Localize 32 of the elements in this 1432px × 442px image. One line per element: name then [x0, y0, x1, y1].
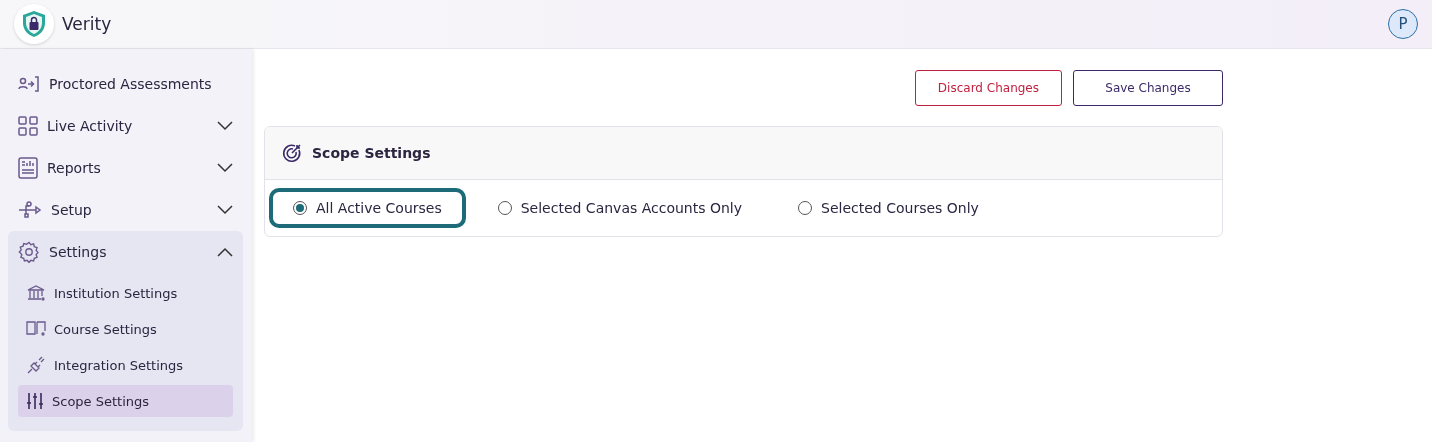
user-avatar[interactable]: P: [1388, 9, 1418, 39]
sub-nav-item[interactable]: Course Settings: [18, 313, 233, 345]
settings-icon: [18, 241, 40, 263]
discard-button[interactable]: Discard Changes: [914, 70, 1062, 106]
radio-option[interactable]: All Active Courses: [269, 188, 466, 228]
chevron-down-icon[interactable]: [217, 163, 233, 173]
nav-item-label[interactable]: Proctored Assessments: [49, 76, 233, 92]
nav-item-label[interactable]: Live Activity: [47, 118, 208, 134]
card-title: Scope Settings: [312, 145, 431, 161]
sub-nav-item[interactable]: Institution Settings: [18, 277, 233, 309]
target-icon: [282, 143, 302, 163]
nav-item-label[interactable]: Reports: [47, 160, 208, 176]
bank-icon: [26, 284, 46, 302]
chevron-down-icon[interactable]: [217, 205, 233, 215]
radio-option[interactable]: Selected Courses Only: [774, 188, 1003, 228]
person-arrow-icon: [18, 75, 40, 93]
save-button[interactable]: Save Changes: [1073, 70, 1223, 106]
report-icon: [18, 157, 38, 179]
chevron-down-icon[interactable]: [217, 121, 233, 131]
nav-item-label[interactable]: Settings: [49, 244, 208, 260]
chevron-up-icon[interactable]: [217, 247, 233, 257]
plug-icon: [26, 356, 46, 374]
grid-icon: [18, 116, 38, 136]
radio-option[interactable]: Selected Canvas Accounts Only: [473, 188, 767, 228]
app-name: Verity: [62, 14, 112, 34]
usb-icon: [18, 201, 42, 219]
book-icon: [26, 320, 46, 338]
sub-nav-item[interactable]: Integration Settings: [18, 349, 233, 381]
shield-lock-logo: [14, 4, 54, 44]
sliders-icon: [26, 392, 44, 410]
nav-item-label[interactable]: Setup: [51, 202, 208, 218]
sub-nav-item[interactable]: Scope Settings: [18, 385, 233, 417]
